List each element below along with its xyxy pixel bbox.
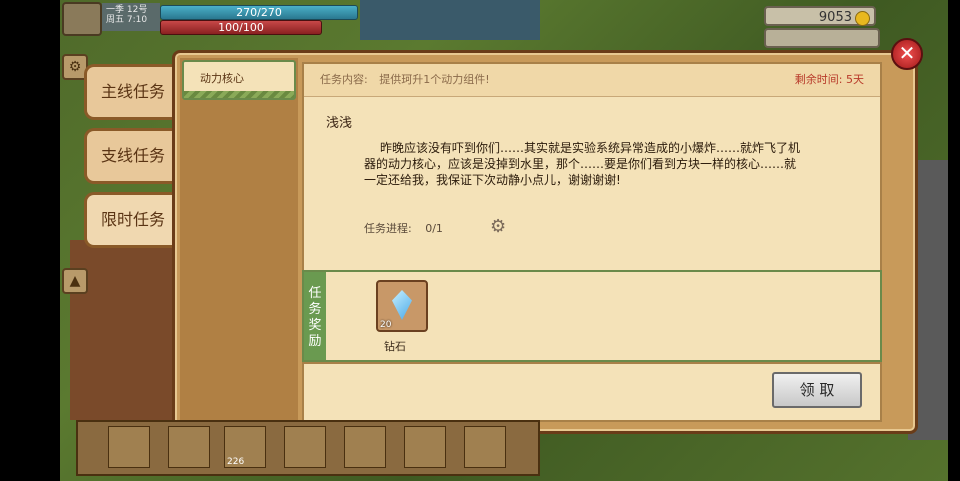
quest-list [180, 58, 298, 420]
tab-timed-quest[interactable]: 限时任务 [84, 192, 179, 248]
progress-value: 0/1 [425, 222, 443, 235]
hotbar-slot[interactable] [168, 426, 210, 468]
quest-content: 任务内容: 提供珂升1个动力组件! [320, 64, 490, 96]
weekday-text: 周五 7:10 [106, 15, 148, 25]
quest-header: 任务内容: 提供珂升1个动力组件! 剩余时间: 5天 [304, 64, 880, 97]
gem-counter [764, 28, 880, 48]
close-icon[interactable]: ✕ [891, 38, 923, 70]
reward-item-name: 钻石 [384, 340, 406, 353]
quest-footer: 领 取 [302, 362, 882, 422]
coin-counter: 9053 [764, 6, 876, 26]
hp-bar: 270/270 [160, 5, 358, 20]
hotbar-slot[interactable] [344, 426, 386, 468]
date-time-panel: 一季 12号 周五 7:10 [102, 3, 160, 31]
quest-progress: 任务进程: 0/1 [364, 220, 443, 236]
reward-section: 任务奖励 20 钻石 [302, 270, 882, 362]
reward-quantity: 20 [380, 320, 392, 330]
coin-icon [855, 11, 870, 26]
arrow-up-icon[interactable]: ▲ [62, 268, 88, 294]
npc-name: 浅浅 [326, 116, 353, 131]
hotbar-slot-count: 226 [227, 457, 245, 467]
progress-label: 任务进程: [364, 222, 412, 235]
season-text: 一季 12号 [106, 5, 148, 15]
hotbar: 226 [76, 420, 540, 476]
gear-icon: ⚙ [490, 216, 507, 237]
quest-content-text: 提供珂升1个动力组件! [379, 73, 490, 86]
quest-content-label: 任务内容: [320, 73, 368, 86]
quest-detail: 任务内容: 提供珂升1个动力组件! 剩余时间: 5天 浅浅 昨晚应该没有吓到你们… [302, 62, 882, 272]
hotbar-slot[interactable] [284, 426, 326, 468]
hotbar-slot[interactable] [464, 426, 506, 468]
reward-item[interactable]: 20 [376, 280, 428, 332]
quest-list-item[interactable]: 动力核心 [182, 60, 296, 100]
claim-button[interactable]: 领 取 [772, 372, 862, 408]
coin-amount: 9053 [818, 10, 852, 25]
quest-list-item-stripe [184, 91, 294, 98]
diamond-icon [392, 290, 412, 320]
quest-list-item-label: 动力核心 [200, 72, 244, 85]
energy-bar: 100/100 [160, 20, 322, 35]
hotbar-slot[interactable] [108, 426, 150, 468]
hotbar-slot[interactable]: 226 [224, 426, 266, 468]
tab-main-quest[interactable]: 主线任务 [84, 64, 179, 120]
hotbar-slot[interactable] [404, 426, 446, 468]
reward-label: 任务奖励 [304, 272, 326, 360]
roof-decoration [360, 0, 540, 40]
quest-dialog: 昨晚应该没有吓到你们……其实就是实验系统异常造成的小爆炸……就炸飞了机器的动力核… [364, 141, 801, 187]
player-avatar[interactable] [62, 2, 102, 36]
quest-time-remaining: 剩余时间: 5天 [794, 73, 864, 86]
tab-side-quest[interactable]: 支线任务 [84, 128, 179, 184]
